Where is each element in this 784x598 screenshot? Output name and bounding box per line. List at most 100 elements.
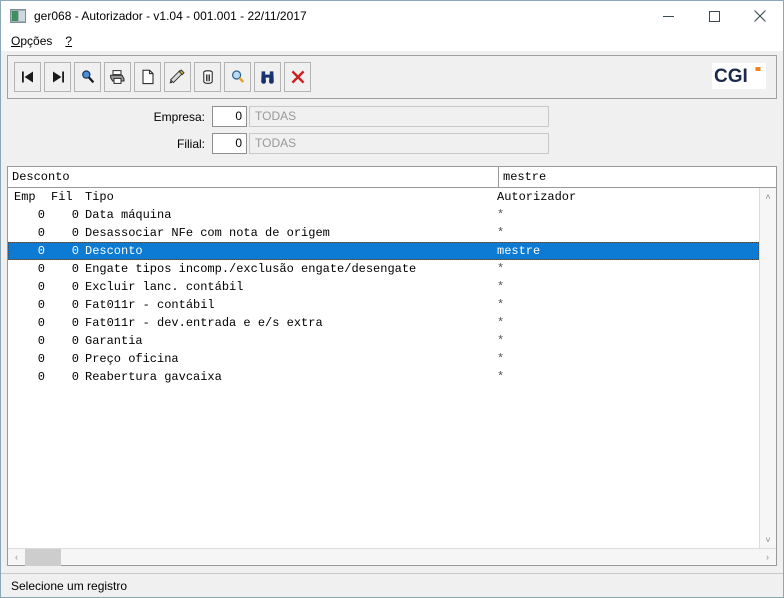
empresa-description-field: TODAS: [249, 106, 549, 127]
filter-form: Empresa: 0 TODAS Filial: 0 TODAS: [7, 99, 777, 166]
column-header-fil: Fil: [51, 190, 73, 204]
cell-fil: 0: [71, 316, 79, 330]
cell-emp: 0: [37, 226, 45, 240]
cell-tipo: Data máquina: [85, 208, 172, 222]
trash-delete-icon: [201, 69, 215, 85]
status-message: Selecione um registro: [11, 578, 128, 593]
cell-tipo: Reabertura gavcaixa: [85, 370, 222, 384]
filial-label: Filial:: [176, 136, 205, 151]
cell-autorizador: *: [497, 334, 505, 348]
table-row[interactable]: 0 0 Excluir lanc. contábil *: [8, 278, 759, 296]
cell-autorizador: *: [497, 226, 505, 240]
minimize-button[interactable]: [645, 1, 691, 31]
cell-emp: 0: [37, 244, 45, 258]
grid-group-header-left: Desconto: [8, 167, 499, 187]
cell-autorizador: *: [497, 208, 505, 222]
cell-fil: 0: [71, 370, 79, 384]
cell-tipo: Fat011r - contábil: [85, 298, 215, 312]
query-button[interactable]: [224, 62, 251, 92]
table-row[interactable]: 0 0 Fat011r - dev.entrada e e/s extra *: [8, 314, 759, 332]
table-row[interactable]: 0 0 Desconto mestre: [8, 242, 759, 260]
table-row[interactable]: 0 0 Reabertura gavcaixa *: [8, 368, 759, 386]
cell-emp: 0: [37, 298, 45, 312]
cell-tipo: Desassociar NFe com nota de origem: [85, 226, 330, 240]
cell-fil: 0: [71, 208, 79, 222]
new-document-button[interactable]: [134, 62, 161, 92]
records-grid: Desconto mestre Emp Fil Tipo Autorizador…: [7, 166, 777, 566]
vertical-scrollbar[interactable]: ˄ ˅: [759, 188, 776, 548]
maximize-button[interactable]: [691, 1, 737, 31]
cell-emp: 0: [37, 262, 45, 276]
table-row[interactable]: 0 0 Preço oficina *: [8, 350, 759, 368]
client-area: CGI Empresa: 0 TODAS Filial: 0 TODAS Des…: [1, 51, 783, 573]
find-button[interactable]: [254, 62, 281, 92]
cell-autorizador: *: [497, 280, 505, 294]
cell-fil: 0: [71, 262, 79, 276]
search-button[interactable]: [74, 62, 101, 92]
table-row[interactable]: 0 0 Engate tipos incomp./exclusão engate/d…: [8, 260, 759, 278]
table-row[interactable]: 0 0 Desassociar NFe com nota de origem *: [8, 224, 759, 242]
scroll-left-arrow-icon[interactable]: ‹: [8, 549, 25, 566]
cell-fil: 0: [71, 280, 79, 294]
horizontal-scroll-thumb[interactable]: [25, 548, 61, 566]
menu-help[interactable]: ?: [63, 33, 79, 49]
cell-emp: 0: [37, 370, 45, 384]
column-header-autorizador: Autorizador: [497, 190, 577, 204]
empresa-row: Empresa: 0 TODAS: [7, 106, 777, 127]
filial-row: Filial: 0 TODAS: [7, 133, 777, 154]
menu-bar: Opções ?: [1, 31, 783, 51]
grid-group-header: Desconto mestre: [8, 167, 776, 188]
title-bar: ger068 - Autorizador - v1.04 - 001.001 -…: [1, 1, 783, 31]
cell-tipo: Excluir lanc. contábil: [85, 280, 244, 294]
filial-description-field: TODAS: [249, 133, 549, 154]
cell-autorizador: *: [497, 262, 505, 276]
horizontal-scroll-track[interactable]: [25, 548, 759, 566]
last-record-icon: [50, 69, 66, 85]
cell-tipo: Fat011r - dev.entrada e e/s extra: [85, 316, 323, 330]
status-bar: Selecione um registro: [1, 573, 783, 597]
cell-emp: 0: [37, 208, 45, 222]
first-record-button[interactable]: [14, 62, 41, 92]
application-window: ger068 - Autorizador - v1.04 - 001.001 -…: [0, 0, 784, 598]
cell-fil: 0: [71, 334, 79, 348]
cell-tipo: Garantia: [85, 334, 143, 348]
cell-tipo: Desconto: [85, 244, 143, 258]
print-button[interactable]: [104, 62, 131, 92]
table-row[interactable]: 0 0 Data máquina *: [8, 206, 759, 224]
scroll-down-arrow-icon[interactable]: ˅: [760, 531, 777, 548]
cell-emp: 0: [37, 280, 45, 294]
column-header-emp: Emp: [14, 190, 36, 204]
delete-button[interactable]: [194, 62, 221, 92]
filial-code-input[interactable]: 0: [212, 133, 247, 154]
cell-autorizador: mestre: [497, 244, 541, 258]
cell-emp: 0: [37, 334, 45, 348]
cell-fil: 0: [71, 298, 79, 312]
horizontal-scrollbar[interactable]: ‹ ›: [8, 548, 776, 566]
scroll-up-arrow-icon[interactable]: ˄: [760, 188, 777, 205]
grid-body: Emp Fil Tipo Autorizador 0 0 Data máquina *…: [8, 188, 759, 548]
grid-group-header-right: mestre: [503, 170, 547, 184]
grid-body-wrap: Emp Fil Tipo Autorizador 0 0 Data máquina *…: [8, 188, 776, 548]
first-record-icon: [20, 69, 36, 85]
cell-fil: 0: [71, 352, 79, 366]
cell-fil: 0: [71, 226, 79, 240]
close-x-icon: [290, 69, 306, 85]
cgi-logo: CGI: [712, 63, 766, 89]
menu-opcoes[interactable]: Opções: [9, 33, 59, 49]
scroll-right-arrow-icon[interactable]: ›: [759, 549, 776, 566]
cell-autorizador: *: [497, 316, 505, 330]
close-button[interactable]: [737, 1, 783, 31]
cell-autorizador: *: [497, 370, 505, 384]
edit-button[interactable]: [164, 62, 191, 92]
window-title: ger068 - Autorizador - v1.04 - 001.001 -…: [34, 9, 307, 23]
cell-fil: 0: [71, 244, 79, 258]
cell-autorizador: *: [497, 352, 505, 366]
empresa-code-input[interactable]: 0: [212, 106, 247, 127]
toolbar: CGI: [7, 55, 777, 99]
table-row[interactable]: 0 0 Fat011r - contábil *: [8, 296, 759, 314]
table-row[interactable]: 0 0 Garantia *: [8, 332, 759, 350]
search-icon: [80, 69, 96, 85]
svg-text:CGI: CGI: [714, 66, 748, 87]
close-window-button[interactable]: [284, 62, 311, 92]
last-record-button[interactable]: [44, 62, 71, 92]
